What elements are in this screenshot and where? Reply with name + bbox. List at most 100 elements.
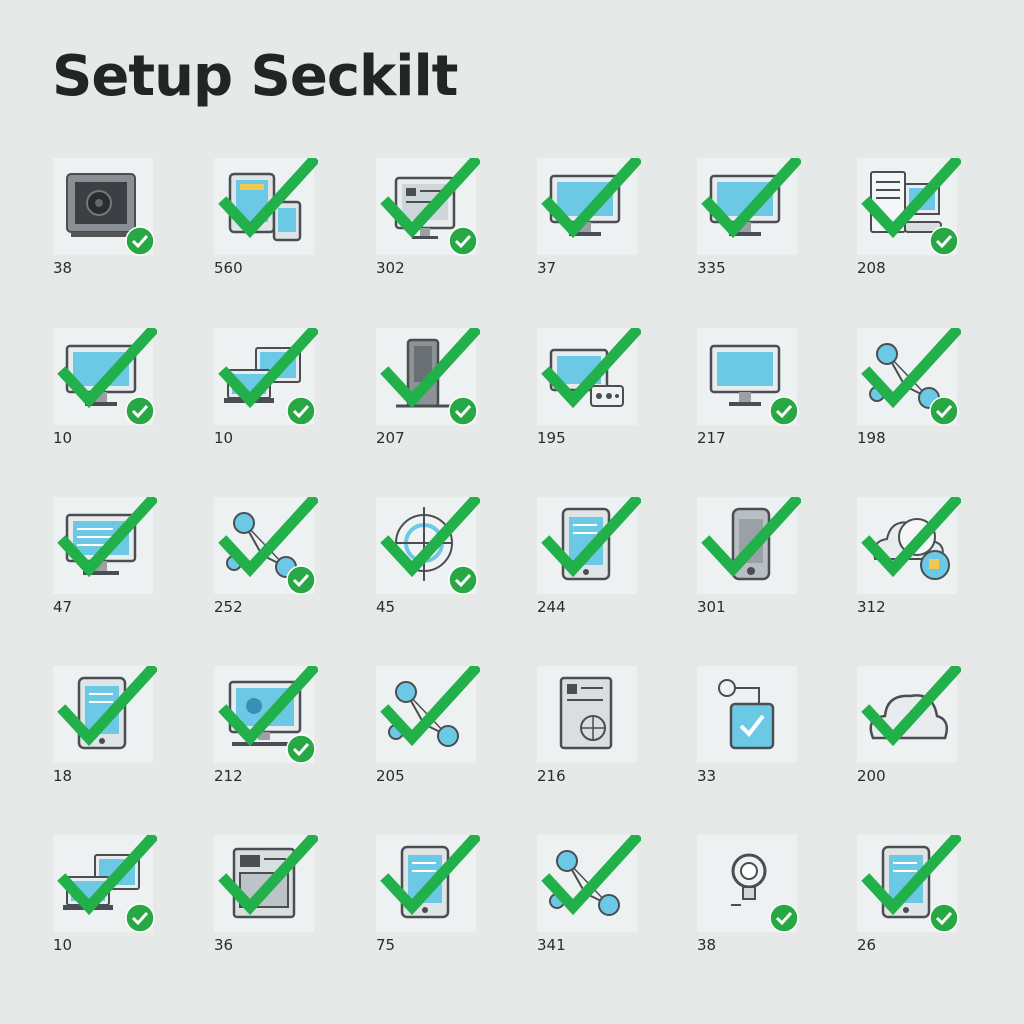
item-card: [376, 666, 480, 763]
setup-item-tile[interactable]: 301: [697, 497, 801, 617]
check-badge-icon: [448, 565, 478, 595]
setup-item-tile[interactable]: 244: [537, 497, 641, 617]
item-count-label: 18: [53, 767, 73, 785]
setup-item-tile[interactable]: 205: [376, 666, 480, 786]
item-card: [376, 835, 480, 932]
item-card: [697, 158, 801, 255]
setup-item-tile[interactable]: 37: [537, 158, 641, 278]
item-card: [537, 158, 641, 255]
setup-item-tile[interactable]: 198: [857, 328, 961, 448]
setup-item-tile[interactable]: 302: [376, 158, 480, 278]
item-card: [53, 497, 157, 594]
setup-item-tile[interactable]: 195: [537, 328, 641, 448]
setup-item-tile[interactable]: 217: [697, 328, 801, 448]
item-card: [857, 497, 961, 594]
item-count-label: 252: [214, 598, 243, 616]
network-nodes-icon: [380, 666, 480, 747]
item-count-label: 10: [214, 429, 234, 447]
setup-item-tile[interactable]: 216: [537, 666, 641, 786]
check-badge-icon: [286, 565, 316, 595]
tablet-icon: [541, 497, 641, 581]
item-count-label: 207: [376, 429, 405, 447]
item-count-label: 312: [857, 598, 886, 616]
item-count-label: 45: [376, 598, 396, 616]
item-count-label: 341: [537, 936, 566, 954]
setup-item-tile[interactable]: 212: [214, 666, 318, 786]
check-badge-icon: [929, 226, 959, 256]
setup-item-tile[interactable]: 10: [53, 835, 157, 955]
item-count-label: 195: [537, 429, 566, 447]
item-count-label: 560: [214, 259, 243, 277]
item-count-label: 38: [53, 259, 73, 277]
cloud-icon: [861, 666, 961, 747]
item-card: [537, 328, 641, 425]
monitor-icon: [541, 158, 641, 239]
item-count-label: 302: [376, 259, 405, 277]
item-card: [697, 497, 801, 594]
setup-item-tile[interactable]: 45: [376, 497, 480, 617]
setup-item-tile[interactable]: 252: [214, 497, 318, 617]
item-count-label: 10: [53, 429, 73, 447]
item-count-label: 33: [697, 767, 717, 785]
item-card: [214, 158, 318, 255]
setup-item-tile[interactable]: 75: [376, 835, 480, 955]
setup-item-tile[interactable]: 312: [857, 497, 961, 617]
item-count-label: 217: [697, 429, 726, 447]
setup-item-tile[interactable]: 10: [53, 328, 157, 448]
item-card: [537, 666, 637, 763]
phone-icon: [701, 497, 801, 581]
item-count-label: 244: [537, 598, 566, 616]
item-count-label: 36: [214, 936, 234, 954]
item-count-label: 75: [376, 936, 396, 954]
tablet-phone-icon: [218, 158, 318, 242]
monitor-code-icon: [57, 497, 157, 578]
item-count-label: 198: [857, 429, 886, 447]
setup-item-tile[interactable]: 47: [53, 497, 157, 617]
setup-item-tile[interactable]: 38: [53, 158, 157, 278]
item-card: [53, 666, 157, 763]
setup-item-tile[interactable]: 10: [214, 328, 318, 448]
item-count-label: 208: [857, 259, 886, 277]
item-count-label: 37: [537, 259, 557, 277]
item-count-label: 26: [857, 936, 877, 954]
setup-item-tile[interactable]: 18: [53, 666, 157, 786]
setup-item-tile[interactable]: 36: [214, 835, 318, 955]
setup-items-grid: 38 560 302 37 335 208 10 10 207 195 217: [0, 0, 1024, 1024]
tablet-icon: [57, 666, 157, 750]
item-count-label: 200: [857, 767, 886, 785]
usb-drive-icon: [718, 679, 775, 750]
check-badge-icon: [769, 396, 799, 426]
setup-item-tile[interactable]: 341: [537, 835, 641, 955]
doc-globe-icon: [559, 676, 613, 750]
item-count-label: 216: [537, 767, 566, 785]
check-badge-icon: [125, 226, 155, 256]
network-nodes-icon: [541, 835, 641, 916]
setup-item-tile[interactable]: 207: [376, 328, 480, 448]
check-badge-icon: [286, 734, 316, 764]
setup-item-tile[interactable]: 33: [697, 666, 801, 786]
item-count-label: 38: [697, 936, 717, 954]
item-count-label: 335: [697, 259, 726, 277]
item-count-label: 10: [53, 936, 73, 954]
setup-item-tile[interactable]: 38: [697, 835, 801, 955]
check-badge-icon: [286, 396, 316, 426]
item-card: [857, 666, 961, 763]
setup-item-tile[interactable]: 208: [857, 158, 961, 278]
cloud-gauge-icon: [861, 497, 961, 580]
tablet-icon: [380, 835, 480, 919]
check-badge-icon: [448, 226, 478, 256]
item-card: [537, 835, 641, 932]
setup-item-tile[interactable]: 560: [214, 158, 318, 278]
item-count-label: 47: [53, 598, 73, 616]
item-count-label: 212: [214, 767, 243, 785]
monitor-router-icon: [541, 328, 641, 409]
item-card: [697, 666, 797, 763]
setup-item-tile[interactable]: 26: [857, 835, 961, 955]
check-badge-icon: [929, 903, 959, 933]
check-badge-icon: [125, 903, 155, 933]
setup-item-tile[interactable]: 200: [857, 666, 961, 786]
item-count-label: 205: [376, 767, 405, 785]
check-badge-icon: [125, 396, 155, 426]
setup-item-tile[interactable]: 335: [697, 158, 801, 278]
check-badge-icon: [929, 396, 959, 426]
